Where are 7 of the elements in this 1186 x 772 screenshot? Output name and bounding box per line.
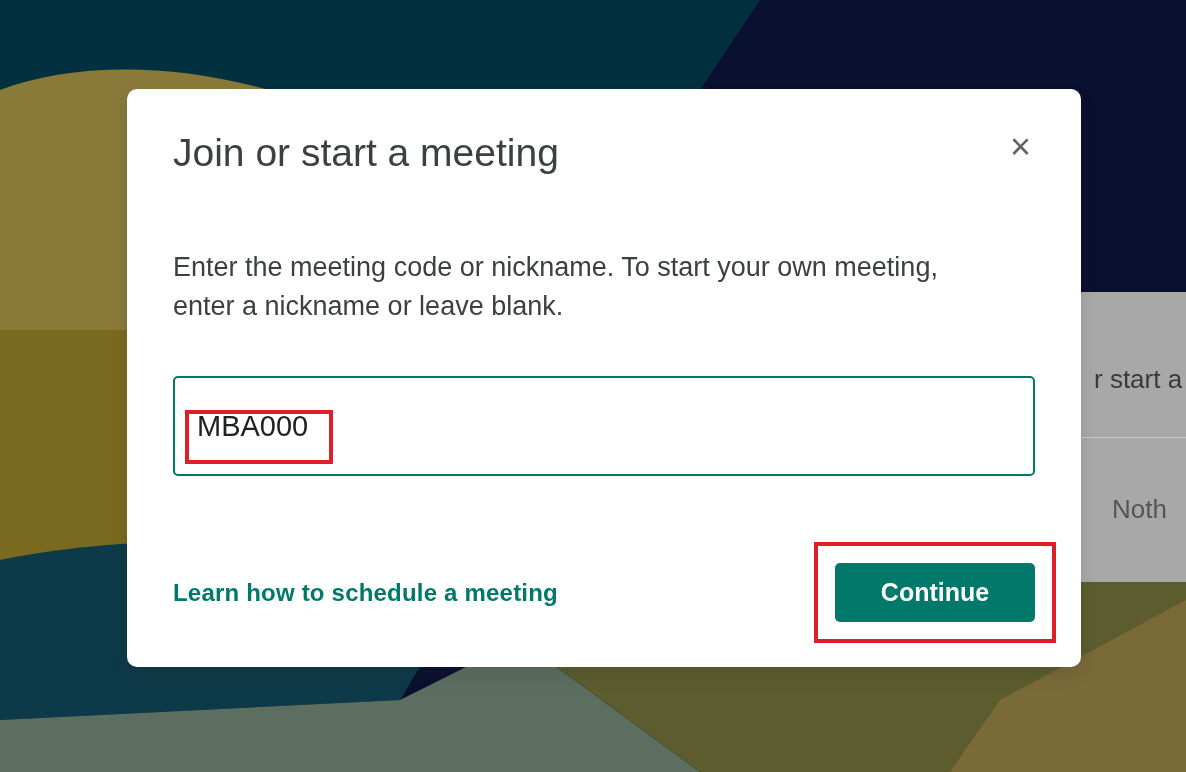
continue-button[interactable]: Continue (835, 563, 1035, 622)
close-button[interactable]: × (1005, 129, 1035, 165)
description-text: Enter the meeting code or nickname. To start your own meeting, enter a nickname or leave blank. (173, 251, 939, 323)
panel-text: Noth (1111, 493, 1168, 526)
schedule-link[interactable]: Learn how to schedule a meeting (173, 574, 558, 611)
meeting-code-field[interactable]: MBA000 (173, 376, 1035, 476)
dialog-title: Join or start a meeting (173, 130, 559, 176)
